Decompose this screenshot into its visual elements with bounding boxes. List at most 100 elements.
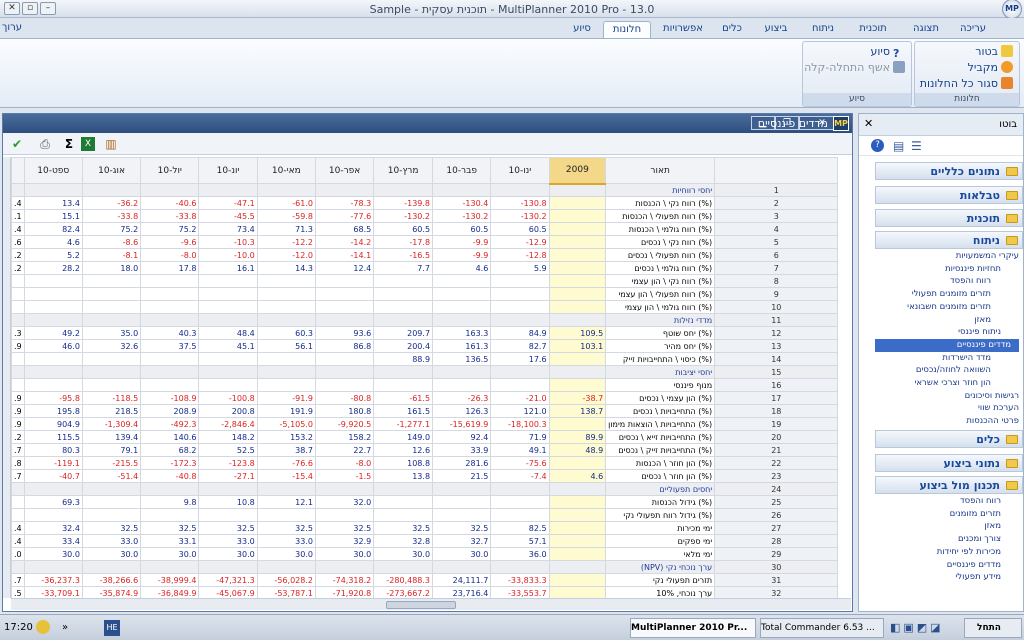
table-cell[interactable]	[548, 534, 607, 548]
table-cell[interactable]: 15.1	[23, 209, 83, 223]
table-cell[interactable]	[81, 352, 142, 366]
table-cell[interactable]: 14.3	[256, 261, 316, 275]
column-header[interactable]: ספט-10	[23, 157, 83, 184]
row-description[interactable]: יחסי רווחיות	[605, 183, 716, 197]
nav-section-header[interactable]: תכנון מול ביצוע	[875, 476, 1023, 494]
table-cell[interactable]: 24,111.7	[432, 573, 492, 587]
table-cell[interactable]: 89.9	[548, 430, 607, 444]
table-cell[interactable]	[373, 508, 434, 522]
maximize-window-button[interactable]: ▫	[22, 2, 38, 15]
table-cell[interactable]: -9,920.5	[314, 417, 375, 431]
table-cell[interactable]: 30.0	[373, 547, 434, 561]
table-cell[interactable]	[432, 378, 492, 392]
table-cell[interactable]: 30.0	[432, 547, 492, 561]
table-cell[interactable]: -15.4	[256, 469, 316, 483]
table-cell[interactable]: 4.6	[548, 469, 607, 483]
row-description[interactable]: (%) רווח גולמי \ הון עצמי	[605, 300, 716, 314]
row-description[interactable]: (%) הון חוזר \ נכסים	[605, 469, 716, 483]
table-cell[interactable]: -9.9	[432, 235, 492, 249]
table-cell[interactable]: -21.0	[490, 391, 550, 405]
table-cell[interactable]	[81, 183, 142, 197]
table-cell[interactable]: -8.1	[81, 248, 142, 262]
table-cell[interactable]	[314, 365, 375, 379]
table-cell[interactable]: 138.7	[548, 404, 607, 418]
table-cell[interactable]: 33.4	[23, 534, 83, 548]
table-cell[interactable]: 48.4	[198, 326, 258, 340]
table-cell[interactable]: -33,833.3	[490, 573, 550, 587]
table-cell[interactable]	[140, 365, 200, 379]
table-cell[interactable]: -12.0	[256, 248, 316, 262]
table-cell[interactable]: -53,787.1	[256, 586, 316, 598]
table-cell[interactable]: 32.8	[373, 534, 434, 548]
table-cell[interactable]	[490, 183, 550, 197]
table-cell[interactable]: -8.6	[81, 235, 142, 249]
table-cell[interactable]	[373, 560, 434, 574]
table-cell[interactable]: -74,318.2	[314, 573, 375, 587]
excel-icon[interactable]: X	[81, 137, 95, 151]
table-cell[interactable]	[548, 261, 607, 275]
table-cell[interactable]: -38.7	[548, 391, 607, 405]
table-cell[interactable]	[198, 352, 258, 366]
table-cell[interactable]: 5.9	[490, 261, 550, 275]
table-cell[interactable]: -38,266.6	[81, 573, 142, 587]
table-cell[interactable]: 68.5	[314, 222, 375, 236]
table-cell[interactable]	[548, 209, 607, 223]
table-cell[interactable]: -123.8	[198, 456, 258, 470]
table-cell[interactable]: -1,309.4	[81, 417, 142, 431]
list-icon[interactable]: ☰	[911, 139, 922, 153]
table-cell[interactable]: 126.3	[432, 404, 492, 418]
table-cell[interactable]: 60.5	[373, 222, 434, 236]
table-cell[interactable]: -40.8	[140, 469, 200, 483]
nav-item[interactable]: מדדים פיננסיים	[875, 338, 1019, 352]
table-cell[interactable]	[548, 274, 607, 288]
table-cell[interactable]: 904.9	[23, 417, 83, 431]
help-circle-icon[interactable]: ?	[871, 139, 884, 152]
cascade-button[interactable]: בטור	[975, 44, 1013, 60]
table-cell[interactable]: -130.8	[490, 196, 550, 210]
table-cell[interactable]: 75.2	[81, 222, 142, 236]
table-cell[interactable]: -100.8	[198, 391, 258, 405]
sigma-icon[interactable]: Σ	[61, 136, 77, 152]
table-cell[interactable]: -76.6	[256, 456, 316, 470]
tab-windows[interactable]: חלונות	[603, 21, 651, 38]
table-cell[interactable]: 86.8	[314, 339, 375, 353]
table-cell[interactable]	[548, 586, 607, 598]
table-cell[interactable]: 200.8	[198, 404, 258, 418]
table-cell[interactable]: 88.9	[373, 352, 434, 366]
table-cell[interactable]: 33.0	[198, 534, 258, 548]
table-cell[interactable]	[23, 365, 83, 379]
table-cell[interactable]: 30.0	[81, 547, 142, 561]
row-description[interactable]: מדדי נזילות	[605, 313, 716, 327]
table-cell[interactable]	[548, 183, 607, 197]
table-cell[interactable]	[314, 378, 375, 392]
table-cell[interactable]	[432, 274, 492, 288]
row-description[interactable]: תזרים תפעולי נקי	[605, 573, 716, 587]
table-cell[interactable]	[23, 560, 83, 574]
table-cell[interactable]	[314, 274, 375, 288]
table-cell[interactable]: -130.2	[490, 209, 550, 223]
nav-section-header[interactable]: נתוני ביצוע	[875, 454, 1023, 472]
row-description[interactable]: ערך נוכחי, 10%	[605, 586, 716, 598]
table-cell[interactable]: -47.1	[198, 196, 258, 210]
table-cell[interactable]: 60.5	[490, 222, 550, 236]
nav-item[interactable]: תזרים מזומנים חשבונאי	[875, 301, 1019, 314]
chart-icon[interactable]: ▥	[103, 136, 119, 152]
nav-item[interactable]: רווח והפסד	[875, 495, 1019, 508]
table-cell[interactable]: 28.2	[23, 261, 83, 275]
table-cell[interactable]: 139.4	[81, 430, 142, 444]
table-cell[interactable]	[198, 300, 258, 314]
table-cell[interactable]: -8.0	[314, 456, 375, 470]
table-cell[interactable]	[198, 365, 258, 379]
minimize-window-button[interactable]: –	[40, 2, 56, 15]
table-cell[interactable]	[81, 274, 142, 288]
table-cell[interactable]: 12.6	[373, 443, 434, 457]
table-cell[interactable]	[490, 287, 550, 301]
table-cell[interactable]: -17.8	[373, 235, 434, 249]
table-cell[interactable]: 30.0	[23, 547, 83, 561]
row-description[interactable]: (%) גידול הכנסות	[605, 495, 716, 509]
row-description[interactable]: (%) רווח גולמי \ הכנסות	[605, 222, 716, 236]
row-description[interactable]: (%) התחייבויות \ נכסים	[605, 404, 716, 418]
table-cell[interactable]: 38.7	[256, 443, 316, 457]
table-cell[interactable]: 32.4	[23, 521, 83, 535]
table-cell[interactable]: 191.9	[256, 404, 316, 418]
